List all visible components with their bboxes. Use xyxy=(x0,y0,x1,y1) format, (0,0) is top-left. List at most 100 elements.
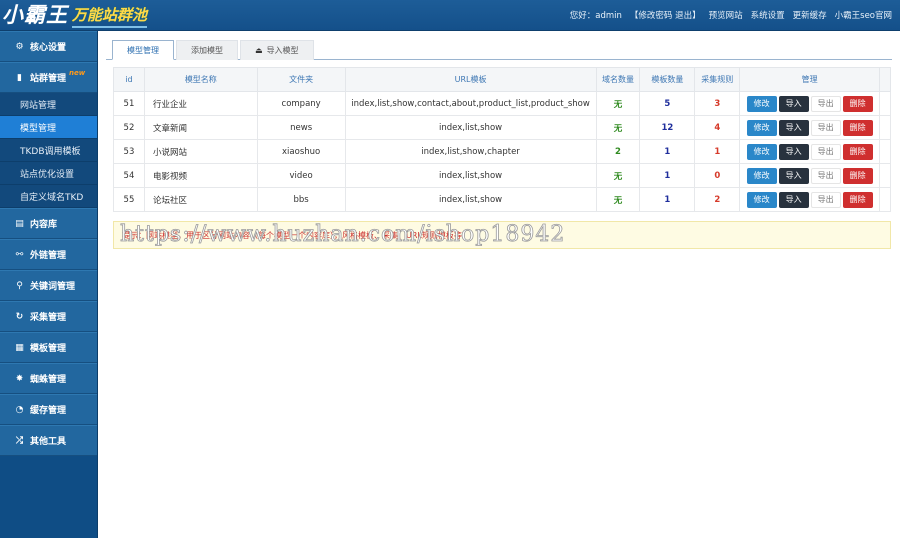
sidebar-group-cache-manage[interactable]: ◔ 缓存管理 xyxy=(0,394,97,425)
tab-add-model[interactable]: 添加模型 xyxy=(176,40,238,60)
cell-url-template: index,list,show xyxy=(344,163,597,188)
export-button[interactable]: 导出 xyxy=(810,191,841,208)
sidebar-group-site-cluster[interactable]: ▮ 站群管理 new xyxy=(0,62,97,93)
account-links[interactable]: 【修改密码 退出】 xyxy=(630,9,701,21)
edit-button[interactable]: 修改 xyxy=(746,167,777,184)
cell-template-count: 1 xyxy=(639,187,696,212)
cell-domain-count: 2 xyxy=(595,139,641,164)
export-button[interactable]: 导出 xyxy=(810,167,841,184)
sidebar-item-site-manage[interactable]: 网站管理 xyxy=(0,93,97,116)
cell-url-template: index,list,show,chapter xyxy=(344,139,597,164)
tab-bar: 模型管理 添加模型 ⏏ 导入模型 xyxy=(106,39,892,60)
cell-domain-count: 无 xyxy=(595,91,641,116)
sidebar-group-label: 模板管理 xyxy=(30,344,67,354)
cell-actions: 修改 导入 导出 删除 xyxy=(739,115,880,140)
cell-name: 论坛社区 xyxy=(143,187,258,212)
sidebar-group-other-tools[interactable]: ⤮ 其他工具 xyxy=(0,425,97,456)
preview-site-link[interactable]: 预览网站 xyxy=(709,9,743,21)
sidebar-group-collect-manage[interactable]: ↻ 采集管理 xyxy=(0,301,97,332)
sidebar-group-content-library[interactable]: ▤ 内容库 xyxy=(0,208,97,239)
sidebar-group-spider-manage[interactable]: ✸ 蜘蛛管理 xyxy=(0,363,97,394)
cell-collect-rules: 0 xyxy=(694,163,741,188)
tab-model-manage[interactable]: 模型管理 xyxy=(112,40,174,60)
upload-icon: ⏏ xyxy=(255,46,263,55)
import-button[interactable]: 导入 xyxy=(778,95,809,112)
tab-import-model[interactable]: ⏏ 导入模型 xyxy=(240,40,314,60)
delete-button[interactable]: 删除 xyxy=(842,95,873,112)
sidebar-group-template-manage[interactable]: ▦ 模板管理 xyxy=(0,332,97,363)
model-table: id 模型名称 文件夹 URL模板 域名数量 模板数量 采集规则 管理 51 行业… xyxy=(113,67,892,212)
import-button[interactable]: 导入 xyxy=(778,167,809,184)
sidebar-item-tkdb-template[interactable]: TKDB调用模板 xyxy=(0,139,97,162)
column-header-url-template: URL模板 xyxy=(344,67,597,92)
sidebar-item-custom-domain-tkd[interactable]: 自定义域名TKD xyxy=(0,185,97,208)
import-button[interactable]: 导入 xyxy=(778,191,809,208)
sidebar-group-label: 缓存管理 xyxy=(30,406,67,416)
table-row: 52 文章新闻 news index,list,show 无 12 4 修改 导入 导出 删除 xyxy=(113,115,892,140)
sidebar-item-site-optimize[interactable]: 站点优化设置 xyxy=(0,162,97,185)
column-header-folder: 文件夹 xyxy=(256,67,346,92)
top-header: 小霸王 万能站群池 您好：admin 【修改密码 退出】 预览网站 系统设置 更… xyxy=(0,0,900,31)
cell-spacer xyxy=(878,91,892,116)
sidebar-item-model-manage[interactable]: 模型管理 xyxy=(0,116,97,139)
column-header-name: 模型名称 xyxy=(143,67,258,92)
user-icon: ▮ xyxy=(17,72,22,83)
cell-domain-count: 无 xyxy=(595,163,641,188)
export-button[interactable]: 导出 xyxy=(810,119,841,136)
sidebar-group-core-settings[interactable]: ⚙ 核心设置 xyxy=(0,31,97,62)
cell-name: 行业企业 xyxy=(143,91,258,116)
cell-domain-count: 无 xyxy=(595,115,641,140)
spider-icon: ✸ xyxy=(15,373,24,384)
column-header-id: id xyxy=(113,67,145,92)
column-header-domain-count: 域名数量 xyxy=(595,67,641,92)
delete-button[interactable]: 删除 xyxy=(842,143,873,160)
sidebar-group-label: 其他工具 xyxy=(30,437,67,447)
column-header-collect-rules: 采集规则 xyxy=(694,67,741,92)
cell-spacer xyxy=(878,139,892,164)
delete-button[interactable]: 删除 xyxy=(842,167,873,184)
update-cache-link[interactable]: 更新缓存 xyxy=(793,9,827,21)
cell-id: 51 xyxy=(113,91,145,116)
cell-url-template: index,list,show xyxy=(344,187,597,212)
cell-folder: bbs xyxy=(256,187,346,212)
gear-icon: ⚙ xyxy=(15,41,24,52)
tab-label: 添加模型 xyxy=(191,46,223,55)
cell-template-count: 12 xyxy=(639,115,696,140)
delete-button[interactable]: 删除 xyxy=(842,119,873,136)
table-row: 55 论坛社区 bbs index,list,show 无 1 2 修改 导入 导出 删除 xyxy=(113,187,892,212)
delete-button[interactable]: 删除 xyxy=(842,191,873,208)
export-button[interactable]: 导出 xyxy=(810,95,841,112)
sidebar-group-label: 蜘蛛管理 xyxy=(30,375,67,385)
export-button[interactable]: 导出 xyxy=(810,143,841,160)
greeting: 您好：admin xyxy=(569,11,622,21)
official-site-link[interactable]: 小霸王seo官网 xyxy=(835,9,892,21)
cell-folder: xiaoshuo xyxy=(256,139,346,164)
sidebar-group-keyword-manage[interactable]: ⚲ 关键词管理 xyxy=(0,270,97,301)
column-header-template-count: 模板数量 xyxy=(639,67,696,92)
table-row: 53 小说网站 xiaoshuo index,list,show,chapter 2 1 1… xyxy=(113,139,892,164)
edit-button[interactable]: 修改 xyxy=(746,119,777,136)
cache-icon: ◔ xyxy=(15,404,24,415)
cell-spacer xyxy=(878,187,892,212)
edit-button[interactable]: 修改 xyxy=(746,191,777,208)
logo: 小霸王 万能站群池 xyxy=(2,2,148,28)
system-settings-link[interactable]: 系统设置 xyxy=(751,9,785,21)
cell-actions: 修改 导入 导出 删除 xyxy=(739,139,880,164)
key-icon: ⚲ xyxy=(16,280,23,291)
windows-icon: ▦ xyxy=(15,342,24,353)
tab-label: 模型管理 xyxy=(127,45,159,55)
edit-button[interactable]: 修改 xyxy=(746,143,777,160)
sidebar-group-link-manage[interactable]: ⚯ 外链管理 xyxy=(0,239,97,270)
watermark: https://www.huzhan.com/ishop18942 xyxy=(120,222,566,248)
edit-button[interactable]: 修改 xyxy=(746,95,777,112)
import-button[interactable]: 导入 xyxy=(778,119,809,136)
document-icon: ▤ xyxy=(15,218,24,229)
table-row: 51 行业企业 company index,list,show,contact,abo… xyxy=(113,91,892,116)
cell-name: 小说网站 xyxy=(143,139,258,164)
cell-actions: 修改 导入 导出 删除 xyxy=(739,163,880,188)
cell-url-template: index,list,show xyxy=(344,115,597,140)
sidebar-submenu: 网站管理 模型管理 TKDB调用模板 站点优化设置 自定义域名TKD xyxy=(0,93,97,208)
sidebar: ⚙ 核心设置 ▮ 站群管理 new 网站管理 模型管理 TKDB调用模板 站点优… xyxy=(0,31,97,538)
import-button[interactable]: 导入 xyxy=(778,143,809,160)
sidebar-group-label: 站群管理 xyxy=(30,74,67,84)
